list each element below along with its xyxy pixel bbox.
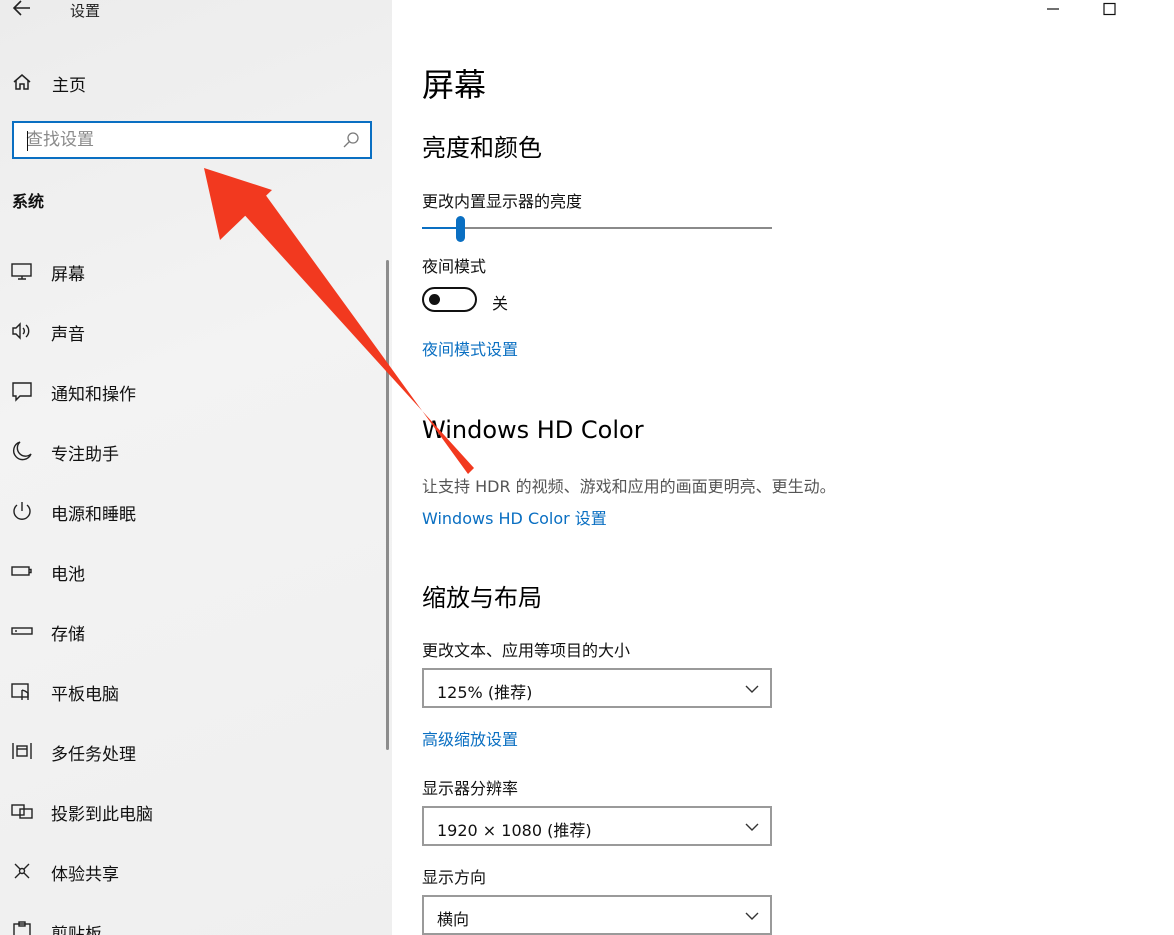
slider-track	[422, 227, 772, 229]
clipboard-icon	[11, 920, 33, 935]
sidebar-item-label: 电池	[51, 565, 85, 585]
sidebar-item-storage[interactable]: 存储	[0, 600, 384, 660]
battery-icon	[11, 560, 33, 582]
sidebar-item-label: 电源和睡眠	[51, 505, 136, 525]
brightness-label: 更改内置显示器的亮度	[422, 192, 583, 211]
section-heading-brightness: 亮度和颜色	[422, 134, 542, 162]
multitask-icon	[11, 740, 33, 762]
search-icon[interactable]	[342, 131, 360, 149]
sidebar-item-label: 多任务处理	[51, 745, 136, 765]
orientation-label: 显示方向	[422, 868, 487, 887]
power-icon	[11, 500, 33, 522]
scale-dropdown[interactable]: 125% (推荐)	[422, 668, 772, 708]
search-input[interactable]	[26, 129, 326, 151]
slider-thumb[interactable]	[456, 216, 465, 242]
back-arrow-icon[interactable]	[10, 0, 34, 20]
advanced-scale-settings-link[interactable]: 高级缩放设置	[422, 726, 518, 750]
scale-label: 更改文本、应用等项目的大小	[422, 641, 631, 660]
speaker-icon	[11, 320, 33, 342]
night-mode-toggle[interactable]	[422, 287, 477, 312]
notification-icon	[11, 380, 33, 402]
section-heading-scale-layout: 缩放与布局	[422, 584, 542, 612]
sidebar-item-tablet[interactable]: 平板电脑	[0, 660, 384, 720]
night-mode-state: 关	[492, 294, 509, 313]
resolution-dropdown[interactable]: 1920 × 1080 (推荐)	[422, 806, 772, 846]
sidebar-item-label: 体验共享	[51, 865, 119, 885]
chevron-down-icon	[744, 681, 760, 697]
storage-icon	[11, 620, 33, 642]
orientation-value: 横向	[437, 910, 470, 929]
sidebar-item-power-sleep[interactable]: 电源和睡眠	[0, 480, 384, 540]
sidebar-item-label: 主页	[52, 76, 86, 96]
sidebar-item-notifications[interactable]: 通知和操作	[0, 360, 384, 420]
title-bar: 设置	[0, 0, 392, 24]
night-mode-label: 夜间模式	[422, 257, 487, 276]
sidebar: 设置 主页 系统 屏幕 声音 通知和操作 专注助手	[0, 0, 392, 935]
sidebar-item-label: 通知和操作	[51, 385, 136, 405]
orientation-dropdown[interactable]: 横向	[422, 895, 772, 935]
sidebar-item-project[interactable]: 投影到此电脑	[0, 780, 384, 840]
sidebar-item-label: 屏幕	[51, 265, 85, 285]
sidebar-item-label: 剪贴板	[51, 925, 102, 935]
chevron-down-icon	[744, 908, 760, 924]
app-title: 设置	[70, 2, 101, 20]
minimize-icon[interactable]	[1038, 0, 1068, 24]
share-icon	[11, 860, 33, 882]
section-heading-hd-color: Windows HD Color	[422, 416, 644, 444]
tablet-icon	[11, 680, 33, 702]
sidebar-item-clipboard[interactable]: 剪贴板	[0, 900, 384, 935]
brightness-slider[interactable]	[422, 216, 772, 242]
hd-color-settings-link[interactable]: Windows HD Color 设置	[422, 505, 607, 529]
resolution-value: 1920 × 1080 (推荐)	[437, 821, 592, 840]
monitor-icon	[11, 260, 33, 282]
sidebar-item-display[interactable]: 屏幕	[0, 240, 384, 300]
chevron-down-icon	[744, 819, 760, 835]
moon-icon	[11, 440, 33, 462]
sidebar-item-label: 声音	[51, 325, 85, 345]
sidebar-item-sound[interactable]: 声音	[0, 300, 384, 360]
text-caret	[27, 131, 28, 151]
page-title: 屏幕	[422, 66, 487, 104]
section-label: 系统	[12, 192, 45, 211]
sidebar-item-label: 平板电脑	[51, 685, 119, 705]
sidebar-item-home[interactable]: 主页	[0, 66, 392, 98]
hd-color-description: 让支持 HDR 的视频、游戏和应用的画面更明亮、更生动。	[422, 477, 836, 496]
sidebar-item-multitasking[interactable]: 多任务处理	[0, 720, 384, 780]
scale-value: 125% (推荐)	[437, 683, 533, 702]
night-mode-settings-link[interactable]: 夜间模式设置	[422, 336, 518, 360]
sidebar-item-label: 存储	[51, 625, 85, 645]
toggle-knob	[429, 294, 440, 305]
sidebar-item-label: 专注助手	[51, 445, 119, 465]
project-icon	[11, 800, 33, 822]
sidebar-item-focus-assist[interactable]: 专注助手	[0, 420, 384, 480]
home-icon	[12, 72, 32, 92]
sidebar-item-battery[interactable]: 电池	[0, 540, 384, 600]
sidebar-scrollbar[interactable]	[386, 260, 389, 750]
search-box[interactable]	[12, 121, 372, 159]
sidebar-item-label: 投影到此电脑	[51, 805, 153, 825]
content-pane: 屏幕 亮度和颜色 更改内置显示器的亮度 夜间模式 关 夜间模式设置 Window…	[392, 0, 1174, 935]
resolution-label: 显示器分辨率	[422, 779, 519, 798]
sidebar-item-shared-experiences[interactable]: 体验共享	[0, 840, 384, 900]
maximize-icon[interactable]	[1094, 0, 1124, 24]
